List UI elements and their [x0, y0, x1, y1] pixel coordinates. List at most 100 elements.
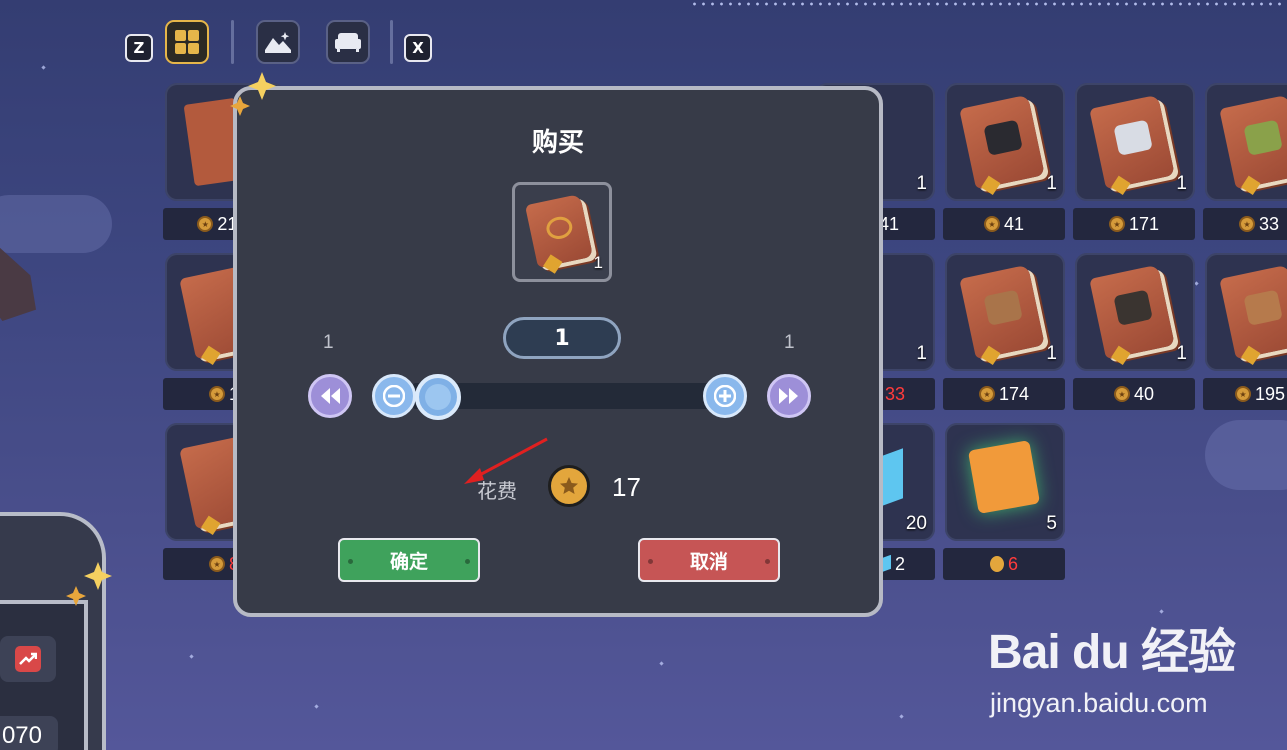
toolbar-divider — [231, 20, 234, 64]
item-count: 1 — [1046, 173, 1057, 194]
sparkle-icon — [230, 72, 276, 116]
key-hint-z: Z — [125, 34, 153, 62]
item-count: 1 — [1046, 343, 1057, 364]
shop-item[interactable]: 5 — [945, 423, 1065, 541]
coal-rug-icon — [1113, 289, 1153, 326]
star-decoration — [41, 65, 46, 70]
coin-icon: ★ — [1108, 216, 1125, 232]
blueprint-book-icon — [524, 193, 594, 269]
price-tag: ★ 174 — [943, 378, 1065, 410]
shop-item[interactable]: 1 — [945, 253, 1065, 371]
star-decoration — [659, 661, 664, 666]
coin-icon — [548, 465, 590, 507]
cloud-decoration — [1205, 420, 1287, 490]
confirm-button[interactable]: 确定 — [338, 538, 480, 582]
sparkle-icon — [66, 562, 112, 606]
confirm-label: 确定 — [389, 550, 428, 573]
double-right-arrow-icon — [779, 388, 798, 404]
star-decoration — [189, 654, 194, 659]
price-tag: 6 — [943, 548, 1065, 580]
star-decoration — [314, 704, 319, 709]
skip-to-min-button[interactable] — [308, 374, 352, 418]
price-tag: ★ 171 — [1073, 208, 1195, 240]
blueprint-book-icon — [959, 264, 1045, 360]
stone-slab-icon — [1113, 119, 1153, 156]
key-hint-z-label: Z — [133, 39, 145, 57]
shop-item[interactable] — [1205, 253, 1287, 371]
dialog-title: 购买 — [531, 128, 584, 158]
skip-to-max-button[interactable] — [767, 374, 811, 418]
price-value: 174 — [998, 383, 1030, 404]
price-value: 33 — [1259, 213, 1280, 234]
price-value: 171 — [1128, 213, 1160, 234]
plant-icon — [1243, 119, 1283, 156]
price-tag: ★ 41 — [943, 208, 1065, 240]
coin-icon: ★ — [208, 386, 225, 402]
shop-item[interactable] — [1205, 83, 1287, 201]
medal-icon — [989, 556, 1004, 572]
rope-icon — [544, 214, 575, 242]
increase-button[interactable] — [703, 374, 747, 418]
item-count: 1 — [1176, 173, 1187, 194]
blueprint-book-icon — [1089, 94, 1175, 190]
price-value: 33 — [884, 383, 905, 404]
trend-up-icon — [15, 646, 41, 672]
cancel-button[interactable]: 取消 — [638, 538, 780, 582]
amber-cube-icon — [967, 440, 1041, 514]
shop-item[interactable]: 1 — [945, 83, 1065, 201]
tab-all-items[interactable] — [165, 20, 209, 64]
grid-icon — [175, 30, 199, 54]
item-count: 1 — [593, 253, 603, 272]
key-hint-x: X — [404, 34, 432, 62]
coin-icon: ★ — [197, 216, 214, 232]
price-tag: ★ 33 — [1203, 208, 1287, 240]
price-value: 2 — [894, 553, 905, 574]
cancel-label: 取消 — [689, 550, 728, 573]
blueprint-book-icon — [1219, 94, 1287, 190]
price-value: 6 — [1007, 553, 1018, 574]
bench-icon — [1243, 289, 1283, 326]
blueprint-book-icon — [1219, 264, 1287, 360]
tab-landscape[interactable] — [256, 20, 300, 64]
toolbar-divider — [390, 20, 393, 64]
purchase-dialog: 购买 1 1 1 1 花费 17 确定 取消 — [233, 86, 883, 617]
item-count: 1 — [916, 173, 927, 194]
item-preview: 1 — [512, 182, 612, 282]
price-value: 195 — [1255, 383, 1286, 404]
coin-icon: ★ — [1239, 216, 1255, 232]
item-count: 5 — [1046, 513, 1057, 534]
coin-icon: ★ — [978, 386, 995, 402]
star-decoration — [899, 714, 904, 719]
trend-button[interactable] — [0, 636, 56, 682]
price-tag: ★ 40 — [1073, 378, 1195, 410]
item-count: 1 — [916, 343, 927, 364]
coal-icon — [983, 119, 1023, 156]
rock-decoration — [0, 245, 36, 321]
plus-icon — [714, 385, 736, 407]
decrease-button[interactable] — [372, 374, 416, 418]
tab-furniture[interactable] — [326, 20, 370, 64]
minus-icon — [383, 385, 405, 407]
shop-item[interactable]: 1 — [1075, 253, 1195, 371]
shop-item[interactable]: 1 — [1075, 83, 1195, 201]
star-decoration — [1194, 281, 1199, 286]
sofa-icon — [335, 33, 361, 52]
coin-icon: ★ — [983, 216, 1000, 232]
blueprint-book-icon — [1089, 264, 1175, 360]
annotation-arrow — [464, 437, 548, 484]
item-count: 1 — [1176, 343, 1187, 364]
quantity-slider-handle[interactable] — [415, 374, 461, 420]
blueprint-book-icon — [959, 94, 1045, 190]
currency-amount: 070 — [0, 716, 58, 750]
dotted-border — [690, 2, 1287, 6]
price-value: 41 — [1003, 213, 1025, 234]
baidu-watermark: Bai du 经验 jingyan.baidu.com — [988, 612, 1236, 718]
coin-icon: ★ — [1113, 386, 1130, 402]
cost-value: 17 — [612, 472, 641, 502]
chest-icon — [983, 289, 1023, 326]
key-hint-x-label: X — [412, 39, 424, 57]
landscape-icon — [265, 32, 291, 53]
quantity-field[interactable]: 1 — [503, 317, 621, 359]
watermark-url: jingyan.baidu.com — [990, 688, 1208, 718]
double-left-arrow-icon — [321, 388, 340, 404]
